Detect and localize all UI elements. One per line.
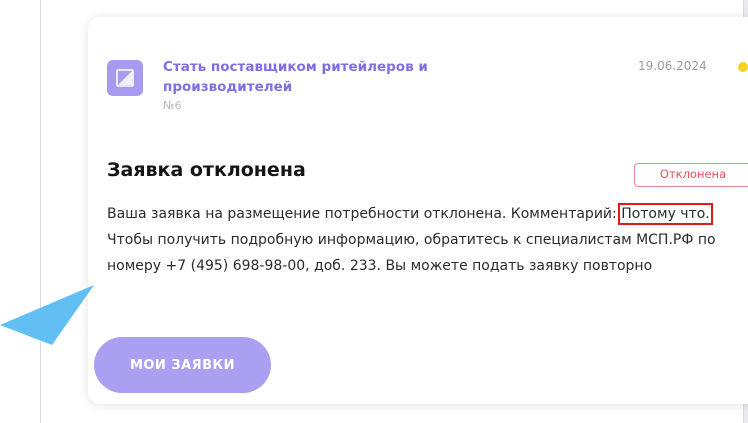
notification-heading: Заявка отклонена (107, 159, 306, 181)
highlighted-comment: Потому что. (618, 203, 713, 225)
image-placeholder-icon (107, 60, 143, 96)
message-text-end: Чтобы получить подробную информацию, обр… (107, 232, 716, 274)
notification-card: Стать поставщиком ритейлеров и производи… (88, 17, 748, 404)
status-dot-icon (738, 62, 748, 72)
status-badge: Отклонена (634, 163, 748, 187)
notification-message: Ваша заявка на размещение потребности от… (107, 201, 748, 279)
content-panel: Стать поставщиком ритейлеров и производи… (40, 0, 748, 423)
service-number: №6 (163, 99, 182, 112)
pointer-arrow-icon (0, 285, 94, 345)
service-title-link[interactable]: Стать поставщиком ритейлеров и производи… (163, 57, 523, 97)
notification-date: 19.06.2024 (638, 59, 707, 73)
page-background (0, 0, 40, 423)
my-requests-button[interactable]: МОИ ЗАЯВКИ (94, 337, 271, 393)
message-text-start: Ваша заявка на размещение потребности от… (107, 206, 622, 222)
